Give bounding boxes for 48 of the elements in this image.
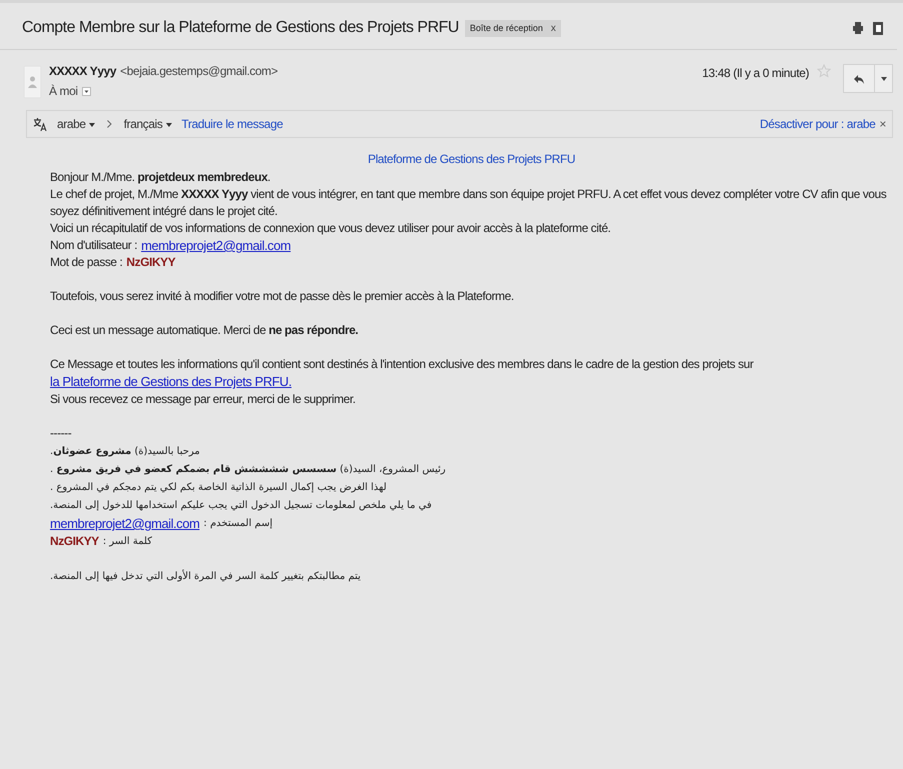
- field-label: Nom d'utilisateur :: [50, 237, 138, 254]
- field-label: Mot de passe :: [50, 254, 122, 271]
- password-text: NzGIKYY: [126, 254, 176, 271]
- star-icon[interactable]: [817, 64, 831, 78]
- target-language-dropdown[interactable]: français: [124, 117, 172, 131]
- more-options-button[interactable]: [875, 64, 893, 93]
- email-link[interactable]: membreprojet2@gmail.com: [50, 515, 200, 532]
- translate-message-link[interactable]: Traduire le message: [182, 117, 283, 131]
- password-text: NzGIKYY: [50, 533, 99, 550]
- message-text: Ceci est un message automatique. Merci de ne pas répondre.: [50, 323, 358, 337]
- disable-translation-link[interactable]: Désactiver pour : arabe: [760, 117, 876, 131]
- print-icon[interactable]: [853, 22, 863, 34]
- dropdown-icon[interactable]: [82, 86, 91, 96]
- email-subject: Compte Membre sur la Plateforme de Gestions des Projets PRFU: [22, 19, 459, 37]
- recipient-text: À moi: [49, 84, 78, 98]
- message-text: يتم مطالبتكم بتغيير كلمة السر في المرة الأولى التي تدخل فيها إلى المنصة.: [50, 568, 361, 584]
- sender-name: XXXXX Yyyy: [49, 64, 116, 78]
- caret-icon: [880, 76, 886, 80]
- chevron-right-icon: [106, 120, 112, 128]
- remove-label-button[interactable]: x: [550, 22, 556, 34]
- message-text: ------: [50, 426, 72, 440]
- field-label: كلمة السر :: [102, 535, 152, 549]
- message-text: Voici un récapitulatif de vos informations de connexion que vous devez utiliser pour avoir accès à la plateforme cité.: [50, 221, 611, 235]
- translate-icon: [33, 117, 47, 131]
- inbox-label[interactable]: Boîte de réception x: [464, 20, 561, 36]
- message-text: Toutefois, vous serez invité à modifier votre mot de passe dès le premier accès à la Plateforme.: [50, 289, 514, 303]
- email-link[interactable]: membreprojet2@gmail.com: [141, 237, 291, 254]
- message-text: لهذا الغرض يجب إكمال السيرة الذاتية الخاصة بكم لكي يتم دمجكم في المشروع .: [50, 481, 387, 495]
- message-text: Bonjour M./Mme. projetdeux membredeux.: [50, 170, 270, 184]
- message-time: 13:48 (Il y a 0 minute): [702, 66, 809, 80]
- message-text: Si vous recevez ce message par erreur, merci de le supprimer.: [50, 392, 356, 406]
- caret-icon: [166, 122, 172, 127]
- message-text: مرحبا بالسيد(ة) مشروع عضوثان.: [50, 445, 200, 459]
- new-window-icon[interactable]: [873, 22, 883, 34]
- message-text: Ce Message et toutes les informations qu'il contient sont destinés à l'intention exclusive des membres dans le cadre de la gestion des projets sur la Plateforme de Gestions des Projets PRFU.: [50, 357, 754, 389]
- platform-link[interactable]: la Plateforme de Gestions des Projets PRFU.: [50, 374, 292, 389]
- source-language-dropdown[interactable]: arabe: [57, 117, 95, 131]
- platform-heading-link[interactable]: Plateforme de Gestions des Projets PRFU: [368, 152, 576, 166]
- message-text: رئيس المشروع، السيد(ة) سسسس ششششش قام بضمكم كعضو في فريق مشروع .: [50, 463, 446, 477]
- close-button[interactable]: ×: [879, 117, 886, 131]
- reply-arrow-icon: [854, 74, 864, 84]
- reply-button[interactable]: [843, 64, 875, 93]
- message-text: في ما يلي ملخص لمعلومات تسجيل الدخول التي يجب عليكم استخدامها للدخول إلى المنصة.: [50, 499, 432, 513]
- field-label: إسم المستخدم :: [204, 517, 272, 531]
- caret-icon: [88, 122, 95, 127]
- message-text: Le chef de projet, M./Mme XXXXX Yyyy vient de vous intégrer, en tant que membre dans son équipe projet PRFU. A cet effet vous devez compléter votre CV afin que vous soyez définitivement intégré dans le projet cité.: [50, 187, 886, 218]
- avatar-icon: [24, 66, 41, 98]
- sender-email: <bejaia.gestemps@gmail.com>: [120, 64, 278, 78]
